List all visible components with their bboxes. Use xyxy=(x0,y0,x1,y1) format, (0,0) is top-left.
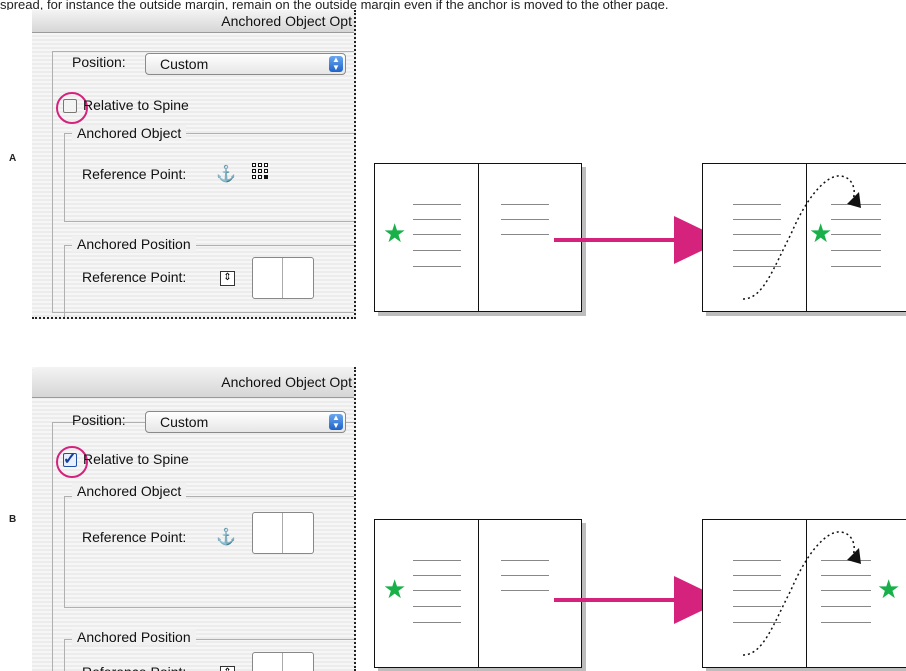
reference-point-label-b: Reference Point: xyxy=(82,529,187,545)
dotted-path-icon-b xyxy=(742,531,861,656)
page-reference-icon[interactable]: ⇕ xyxy=(220,271,235,286)
spread-before-b: ★ xyxy=(374,519,582,668)
position-value-b: Custom xyxy=(160,414,209,430)
anchored-object-title-b: Anchored Object xyxy=(72,483,187,499)
star-icon-b: ★ xyxy=(383,574,407,604)
arrow-icon-b xyxy=(554,576,724,624)
spread-reference-icon-b2[interactable] xyxy=(252,652,314,671)
reference-point-label: Reference Point: xyxy=(82,166,187,182)
dialog-title-bar: Anchored Object Opt xyxy=(32,10,354,33)
dialog-title-bar-b: Anchored Object Opt xyxy=(32,367,354,398)
dialog-title-b: Anchored Object Opt xyxy=(221,374,352,390)
spread-after-b: ★ xyxy=(702,519,906,668)
dialog-title: Anchored Object Opt xyxy=(221,13,352,29)
arrow-icon xyxy=(554,216,724,264)
checkmark-icon: ✓ xyxy=(63,451,77,468)
spread-reference-icon[interactable] xyxy=(252,257,314,299)
star-icon: ★ xyxy=(383,218,407,248)
reference-point-label-b-2: Reference Point: xyxy=(82,664,186,671)
reference-point-label-2: Reference Point: xyxy=(82,269,187,285)
relative-to-spine-label: Relative to Spine xyxy=(83,97,189,113)
anchor-icon-b: ⚓ xyxy=(216,529,236,546)
select-arrows-icon: ▲ ▼ xyxy=(329,56,343,72)
position-select-b[interactable]: Custom ▲ ▼ xyxy=(145,411,346,433)
spread-after-a: ★ xyxy=(702,163,906,312)
spine-b xyxy=(478,520,479,667)
anchored-position-title-b: Anchored Position xyxy=(72,629,196,645)
anchor-icon: ⚓ xyxy=(216,166,236,183)
anchored-position-title: Anchored Position xyxy=(72,236,196,252)
reference-point-grid-icon[interactable] xyxy=(252,163,270,181)
relative-to-spine-checkbox-b[interactable]: ✓ xyxy=(63,451,77,468)
select-arrows-icon-b: ▲ ▼ xyxy=(329,414,343,430)
dotted-path-icon xyxy=(742,175,861,300)
top-text: spread, for instance the outside margin,… xyxy=(0,0,669,10)
dialog-b: Anchored Object Opt Position: Custom ▲ ▼ … xyxy=(32,367,356,671)
spine xyxy=(478,164,479,311)
spread-reference-icon-b[interactable] xyxy=(252,512,314,554)
relative-to-spine-checkbox[interactable] xyxy=(63,99,77,113)
position-label-b: Position: xyxy=(72,412,126,428)
relative-to-spine-label-b: Relative to Spine xyxy=(83,451,189,467)
dialog-a: Anchored Object Opt Position: Custom ▲ ▼ … xyxy=(32,10,356,319)
page-reference-icon-b[interactable]: ⇕ xyxy=(220,666,235,671)
position-label: Position: xyxy=(72,54,126,70)
position-value: Custom xyxy=(160,56,209,72)
section-label-a: A xyxy=(9,153,17,164)
position-select[interactable]: Custom ▲ ▼ xyxy=(145,53,346,75)
spread-before-a: ★ xyxy=(374,163,582,312)
section-label-b: B xyxy=(9,514,17,525)
anchored-object-title: Anchored Object xyxy=(72,125,187,141)
